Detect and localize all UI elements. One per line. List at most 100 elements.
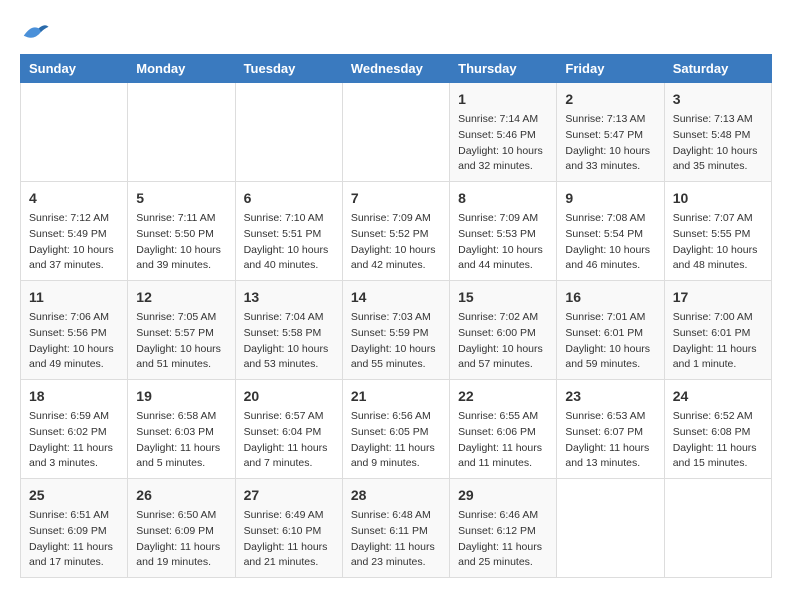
day-info: Sunrise: 7:13 AM Sunset: 5:47 PM Dayligh…	[565, 112, 655, 175]
calendar-cell: 15Sunrise: 7:02 AM Sunset: 6:00 PM Dayli…	[450, 281, 557, 380]
day-number: 5	[136, 188, 226, 209]
calendar-cell: 17Sunrise: 7:00 AM Sunset: 6:01 PM Dayli…	[664, 281, 771, 380]
day-info: Sunrise: 6:50 AM Sunset: 6:09 PM Dayligh…	[136, 508, 226, 571]
day-number: 26	[136, 485, 226, 506]
page-header	[20, 20, 772, 44]
calendar-cell: 18Sunrise: 6:59 AM Sunset: 6:02 PM Dayli…	[21, 380, 128, 479]
day-number: 2	[565, 89, 655, 110]
calendar-cell: 25Sunrise: 6:51 AM Sunset: 6:09 PM Dayli…	[21, 479, 128, 578]
day-header-wednesday: Wednesday	[342, 55, 449, 83]
calendar-cell: 28Sunrise: 6:48 AM Sunset: 6:11 PM Dayli…	[342, 479, 449, 578]
day-info: Sunrise: 7:01 AM Sunset: 6:01 PM Dayligh…	[565, 310, 655, 373]
day-number: 8	[458, 188, 548, 209]
day-info: Sunrise: 6:58 AM Sunset: 6:03 PM Dayligh…	[136, 409, 226, 472]
day-info: Sunrise: 7:09 AM Sunset: 5:53 PM Dayligh…	[458, 211, 548, 274]
calendar-week-row: 1Sunrise: 7:14 AM Sunset: 5:46 PM Daylig…	[21, 83, 772, 182]
day-number: 3	[673, 89, 763, 110]
calendar-cell: 3Sunrise: 7:13 AM Sunset: 5:48 PM Daylig…	[664, 83, 771, 182]
calendar-table: SundayMondayTuesdayWednesdayThursdayFrid…	[20, 54, 772, 578]
day-number: 21	[351, 386, 441, 407]
day-number: 24	[673, 386, 763, 407]
day-number: 23	[565, 386, 655, 407]
day-info: Sunrise: 6:46 AM Sunset: 6:12 PM Dayligh…	[458, 508, 548, 571]
calendar-cell: 1Sunrise: 7:14 AM Sunset: 5:46 PM Daylig…	[450, 83, 557, 182]
calendar-cell	[235, 83, 342, 182]
day-number: 11	[29, 287, 119, 308]
day-number: 6	[244, 188, 334, 209]
day-number: 28	[351, 485, 441, 506]
day-info: Sunrise: 7:07 AM Sunset: 5:55 PM Dayligh…	[673, 211, 763, 274]
calendar-cell: 22Sunrise: 6:55 AM Sunset: 6:06 PM Dayli…	[450, 380, 557, 479]
calendar-cell: 16Sunrise: 7:01 AM Sunset: 6:01 PM Dayli…	[557, 281, 664, 380]
day-info: Sunrise: 7:10 AM Sunset: 5:51 PM Dayligh…	[244, 211, 334, 274]
day-number: 25	[29, 485, 119, 506]
day-number: 13	[244, 287, 334, 308]
logo-icon	[20, 20, 50, 44]
day-info: Sunrise: 7:05 AM Sunset: 5:57 PM Dayligh…	[136, 310, 226, 373]
day-info: Sunrise: 7:00 AM Sunset: 6:01 PM Dayligh…	[673, 310, 763, 373]
day-number: 4	[29, 188, 119, 209]
day-info: Sunrise: 7:02 AM Sunset: 6:00 PM Dayligh…	[458, 310, 548, 373]
day-number: 15	[458, 287, 548, 308]
day-number: 7	[351, 188, 441, 209]
calendar-cell	[21, 83, 128, 182]
day-info: Sunrise: 7:12 AM Sunset: 5:49 PM Dayligh…	[29, 211, 119, 274]
day-header-friday: Friday	[557, 55, 664, 83]
calendar-cell: 19Sunrise: 6:58 AM Sunset: 6:03 PM Dayli…	[128, 380, 235, 479]
day-info: Sunrise: 6:56 AM Sunset: 6:05 PM Dayligh…	[351, 409, 441, 472]
day-info: Sunrise: 7:06 AM Sunset: 5:56 PM Dayligh…	[29, 310, 119, 373]
calendar-cell: 20Sunrise: 6:57 AM Sunset: 6:04 PM Dayli…	[235, 380, 342, 479]
day-info: Sunrise: 7:04 AM Sunset: 5:58 PM Dayligh…	[244, 310, 334, 373]
day-number: 10	[673, 188, 763, 209]
calendar-cell: 14Sunrise: 7:03 AM Sunset: 5:59 PM Dayli…	[342, 281, 449, 380]
calendar-cell	[664, 479, 771, 578]
day-info: Sunrise: 6:51 AM Sunset: 6:09 PM Dayligh…	[29, 508, 119, 571]
day-info: Sunrise: 6:53 AM Sunset: 6:07 PM Dayligh…	[565, 409, 655, 472]
calendar-cell: 23Sunrise: 6:53 AM Sunset: 6:07 PM Dayli…	[557, 380, 664, 479]
day-header-tuesday: Tuesday	[235, 55, 342, 83]
day-number: 29	[458, 485, 548, 506]
calendar-cell: 5Sunrise: 7:11 AM Sunset: 5:50 PM Daylig…	[128, 182, 235, 281]
calendar-cell: 27Sunrise: 6:49 AM Sunset: 6:10 PM Dayli…	[235, 479, 342, 578]
day-info: Sunrise: 6:55 AM Sunset: 6:06 PM Dayligh…	[458, 409, 548, 472]
day-number: 17	[673, 287, 763, 308]
day-number: 18	[29, 386, 119, 407]
day-number: 1	[458, 89, 548, 110]
day-number: 20	[244, 386, 334, 407]
calendar-cell: 21Sunrise: 6:56 AM Sunset: 6:05 PM Dayli…	[342, 380, 449, 479]
calendar-cell: 26Sunrise: 6:50 AM Sunset: 6:09 PM Dayli…	[128, 479, 235, 578]
day-number: 9	[565, 188, 655, 209]
day-header-monday: Monday	[128, 55, 235, 83]
day-info: Sunrise: 6:49 AM Sunset: 6:10 PM Dayligh…	[244, 508, 334, 571]
day-number: 16	[565, 287, 655, 308]
day-info: Sunrise: 7:08 AM Sunset: 5:54 PM Dayligh…	[565, 211, 655, 274]
day-number: 27	[244, 485, 334, 506]
day-info: Sunrise: 6:59 AM Sunset: 6:02 PM Dayligh…	[29, 409, 119, 472]
day-info: Sunrise: 7:11 AM Sunset: 5:50 PM Dayligh…	[136, 211, 226, 274]
day-info: Sunrise: 6:52 AM Sunset: 6:08 PM Dayligh…	[673, 409, 763, 472]
day-number: 12	[136, 287, 226, 308]
day-info: Sunrise: 7:13 AM Sunset: 5:48 PM Dayligh…	[673, 112, 763, 175]
calendar-cell: 6Sunrise: 7:10 AM Sunset: 5:51 PM Daylig…	[235, 182, 342, 281]
calendar-cell: 11Sunrise: 7:06 AM Sunset: 5:56 PM Dayli…	[21, 281, 128, 380]
calendar-cell: 24Sunrise: 6:52 AM Sunset: 6:08 PM Dayli…	[664, 380, 771, 479]
calendar-cell: 2Sunrise: 7:13 AM Sunset: 5:47 PM Daylig…	[557, 83, 664, 182]
calendar-cell	[128, 83, 235, 182]
calendar-cell: 9Sunrise: 7:08 AM Sunset: 5:54 PM Daylig…	[557, 182, 664, 281]
calendar-cell: 13Sunrise: 7:04 AM Sunset: 5:58 PM Dayli…	[235, 281, 342, 380]
calendar-week-row: 25Sunrise: 6:51 AM Sunset: 6:09 PM Dayli…	[21, 479, 772, 578]
calendar-cell: 29Sunrise: 6:46 AM Sunset: 6:12 PM Dayli…	[450, 479, 557, 578]
calendar-cell: 7Sunrise: 7:09 AM Sunset: 5:52 PM Daylig…	[342, 182, 449, 281]
calendar-cell: 8Sunrise: 7:09 AM Sunset: 5:53 PM Daylig…	[450, 182, 557, 281]
day-header-thursday: Thursday	[450, 55, 557, 83]
calendar-cell: 4Sunrise: 7:12 AM Sunset: 5:49 PM Daylig…	[21, 182, 128, 281]
day-info: Sunrise: 6:48 AM Sunset: 6:11 PM Dayligh…	[351, 508, 441, 571]
day-header-saturday: Saturday	[664, 55, 771, 83]
day-header-sunday: Sunday	[21, 55, 128, 83]
day-number: 22	[458, 386, 548, 407]
calendar-cell: 10Sunrise: 7:07 AM Sunset: 5:55 PM Dayli…	[664, 182, 771, 281]
calendar-cell	[557, 479, 664, 578]
day-info: Sunrise: 7:03 AM Sunset: 5:59 PM Dayligh…	[351, 310, 441, 373]
calendar-week-row: 18Sunrise: 6:59 AM Sunset: 6:02 PM Dayli…	[21, 380, 772, 479]
day-number: 14	[351, 287, 441, 308]
